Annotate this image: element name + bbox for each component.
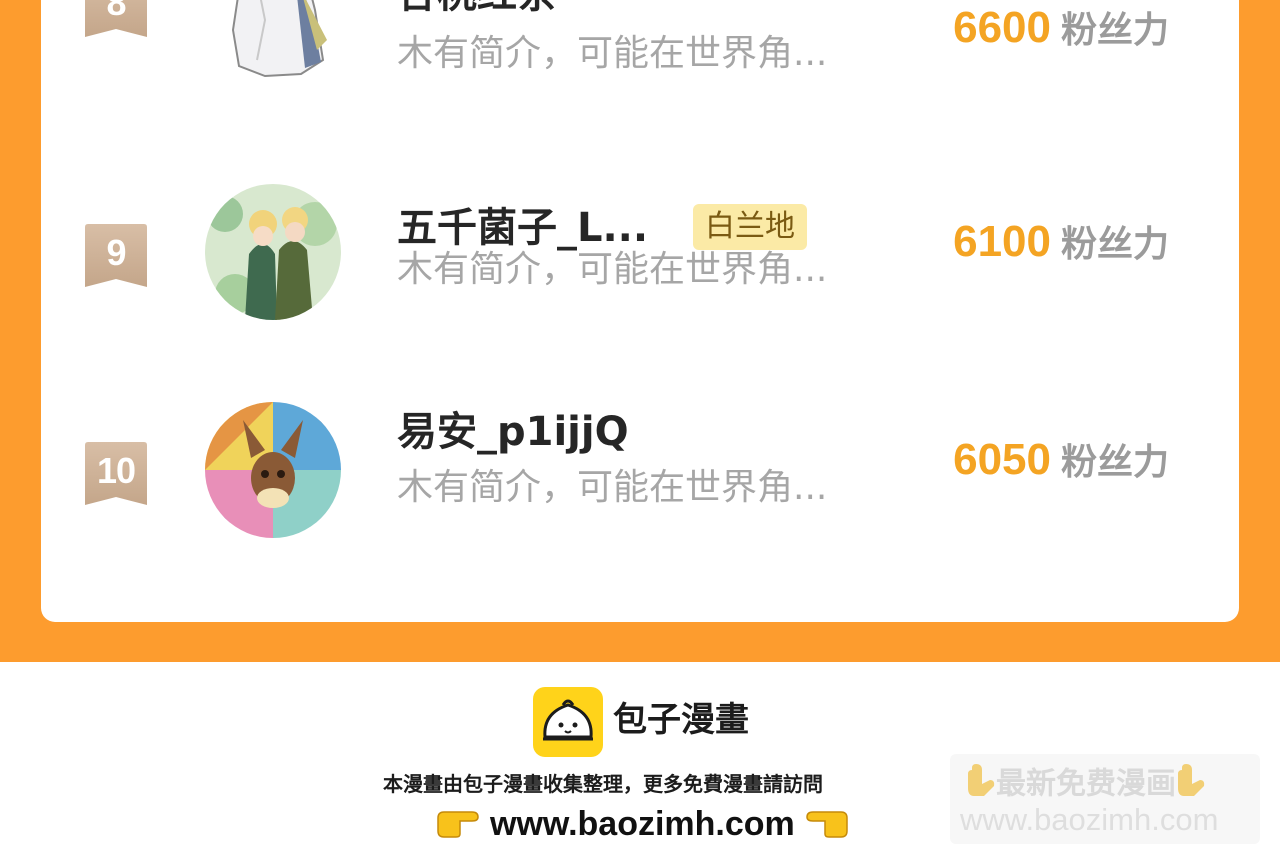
footer: 包子漫畫 本漫畫由包子漫畫收集整理，更多免費漫畫請訪問 www.baozimh.… — [0, 662, 1280, 864]
ranking-row[interactable]: 8 杏桃红茶 木有简介，可能在世界角... 6600粉丝力 — [41, 0, 1239, 150]
ranking-row[interactable]: 10 易安_p1ijjQ 木有简介，可能在世界角... 6050 粉丝力 — [41, 372, 1239, 552]
user-level-tag: 白兰地 — [693, 204, 807, 250]
user-bio: 木有简介，可能在世界角... — [397, 467, 828, 508]
user-name[interactable]: 易安_p1ijjQ — [397, 408, 629, 456]
ranking-card: 8 杏桃红茶 木有简介，可能在世界角... 6600粉丝力 9 — [41, 0, 1239, 622]
avatar[interactable] — [205, 0, 341, 86]
pointing-right-hand-icon — [436, 806, 480, 855]
avatar-image — [205, 0, 341, 86]
footer-notice: 本漫畫由包子漫畫收集整理，更多免費漫畫請訪問 — [383, 772, 823, 796]
watermark: 最新免费漫画 www.baozimh.com — [950, 754, 1260, 844]
fans-power: 6050 粉丝力 — [953, 432, 1169, 497]
user-name[interactable]: 五千菌子_L... — [397, 204, 648, 252]
rank-badge: 9 — [85, 224, 147, 288]
ranking-row[interactable]: 9 五千菌子_L... 白兰地 木有简介，可能在世界角... 6100 粉丝力 — [41, 154, 1239, 334]
footer-url-row: www.baozimh.com — [436, 802, 849, 855]
user-name[interactable]: 杏桃红茶 — [397, 0, 557, 18]
user-bio: 木有简介，可能在世界角... — [397, 33, 828, 74]
avatar-image — [205, 184, 341, 320]
site-url-link[interactable]: www.baozimh.com — [490, 805, 795, 843]
rank-number: 10 — [96, 450, 136, 491]
fans-count: 6050 — [953, 435, 1051, 484]
fans-count: 6600 — [953, 3, 1051, 52]
fans-power: 6600 粉丝力 — [953, 0, 1169, 65]
fans-count: 6100 — [953, 217, 1051, 266]
fans-power: 6100 粉丝力 — [953, 214, 1169, 279]
rank-badge: 8 — [85, 0, 147, 38]
user-bio: 木有简介，可能在世界角... — [397, 249, 828, 290]
brand-name: 包子漫畫 — [613, 700, 749, 740]
rank-badge: 10 — [85, 442, 147, 506]
rank-number: 8 — [106, 0, 126, 23]
baozi-bun-icon — [533, 687, 603, 757]
fans-label: 粉丝力 — [1060, 442, 1169, 483]
avatar-image — [205, 402, 341, 538]
watermark-url: www.baozimh.com — [960, 802, 1219, 837]
fans-label: 粉丝力 — [1060, 10, 1169, 51]
avatar[interactable] — [205, 184, 341, 320]
rank-number: 9 — [106, 232, 126, 273]
pointing-left-hand-icon — [805, 806, 849, 855]
avatar[interactable] — [205, 402, 341, 538]
fans-label: 粉丝力 — [1060, 224, 1169, 265]
